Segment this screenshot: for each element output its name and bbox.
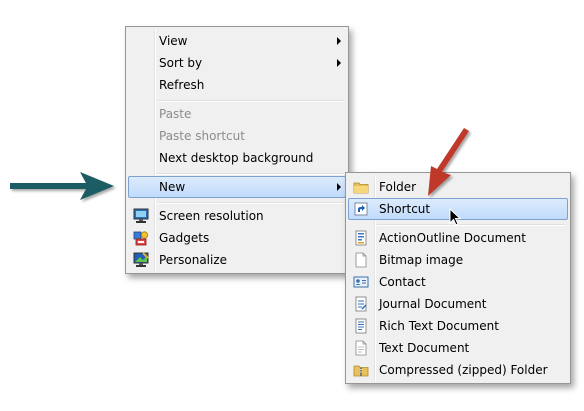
menu-item-gadgets-label: Gadgets bbox=[159, 231, 210, 245]
submenu-item-bitmap-image[interactable]: Bitmap image bbox=[348, 249, 568, 271]
submenu-item-journal-document[interactable]: Journal Document bbox=[348, 293, 568, 315]
gadgets-icon bbox=[133, 231, 149, 246]
desktop-context-menu: View Sort by Refresh Paste Paste shortcu… bbox=[125, 26, 349, 274]
submenu-item-rich-text-document-label: Rich Text Document bbox=[379, 319, 499, 333]
menu-item-new-label: New bbox=[159, 180, 186, 194]
submenu-item-rich-text-document[interactable]: Rich Text Document bbox=[348, 315, 568, 337]
menu-item-paste-label: Paste bbox=[159, 107, 192, 121]
menu-item-next-desktop-background-label: Next desktop background bbox=[159, 151, 314, 165]
menu-item-screen-resolution-label: Screen resolution bbox=[159, 209, 264, 223]
menu-item-paste-shortcut: Paste shortcut bbox=[128, 125, 346, 147]
shortcut-icon bbox=[354, 202, 368, 216]
menu-separator bbox=[157, 100, 344, 102]
mouse-pointer-icon bbox=[449, 208, 462, 226]
menu-separator bbox=[157, 173, 344, 175]
submenu-item-text-document-label: Text Document bbox=[379, 341, 470, 355]
submenu-item-text-document[interactable]: Text Document bbox=[348, 337, 568, 359]
submenu-item-compressed-folder[interactable]: Compressed (zipped) Folder bbox=[348, 359, 568, 381]
compressed-folder-icon bbox=[353, 365, 369, 377]
contact-icon bbox=[353, 276, 369, 288]
submenu-item-actionoutline-document[interactable]: ActionOutline Document bbox=[348, 227, 568, 249]
menu-item-screen-resolution[interactable]: Screen resolution bbox=[128, 205, 346, 227]
submenu-arrow-icon bbox=[337, 59, 341, 67]
menu-item-refresh-label: Refresh bbox=[159, 78, 205, 92]
text-document-icon bbox=[355, 340, 367, 356]
submenu-arrow-icon bbox=[337, 37, 341, 45]
menu-item-view-label: View bbox=[159, 34, 188, 48]
submenu-item-actionoutline-document-label: ActionOutline Document bbox=[379, 231, 526, 245]
annotation-arrow-down-icon bbox=[428, 128, 469, 196]
menu-item-personalize[interactable]: Personalize bbox=[128, 249, 346, 271]
personalize-icon bbox=[133, 252, 149, 267]
rich-text-document-icon bbox=[355, 318, 367, 334]
folder-icon bbox=[353, 182, 369, 194]
menu-item-paste-shortcut-label: Paste shortcut bbox=[159, 129, 245, 143]
menu-separator bbox=[377, 224, 566, 226]
submenu-arrow-icon bbox=[337, 183, 341, 191]
menu-item-refresh[interactable]: Refresh bbox=[128, 74, 346, 96]
submenu-item-journal-document-label: Journal Document bbox=[379, 297, 487, 311]
screen-resolution-icon bbox=[133, 208, 149, 223]
bitmap-image-icon bbox=[355, 252, 367, 268]
submenu-item-bitmap-image-label: Bitmap image bbox=[379, 253, 464, 267]
menu-item-view[interactable]: View bbox=[128, 30, 346, 52]
annotation-arrow-right-icon bbox=[10, 172, 114, 200]
actionoutline-document-icon bbox=[355, 230, 367, 246]
submenu-item-shortcut-label: Shortcut bbox=[379, 202, 431, 216]
submenu-item-contact[interactable]: Contact bbox=[348, 271, 568, 293]
menu-separator bbox=[157, 202, 344, 204]
menu-item-sort-by-label: Sort by bbox=[159, 56, 203, 70]
submenu-item-compressed-folder-label: Compressed (zipped) Folder bbox=[379, 363, 548, 377]
menu-item-next-desktop-background[interactable]: Next desktop background bbox=[128, 147, 346, 169]
menu-item-paste: Paste bbox=[128, 103, 346, 125]
menu-item-personalize-label: Personalize bbox=[159, 253, 228, 267]
menu-item-new[interactable]: New bbox=[128, 176, 346, 198]
menu-item-sort-by[interactable]: Sort by bbox=[128, 52, 346, 74]
menu-item-gadgets[interactable]: Gadgets bbox=[128, 227, 346, 249]
submenu-item-folder-label: Folder bbox=[379, 180, 417, 194]
submenu-item-contact-label: Contact bbox=[379, 275, 426, 289]
journal-document-icon bbox=[355, 296, 367, 312]
